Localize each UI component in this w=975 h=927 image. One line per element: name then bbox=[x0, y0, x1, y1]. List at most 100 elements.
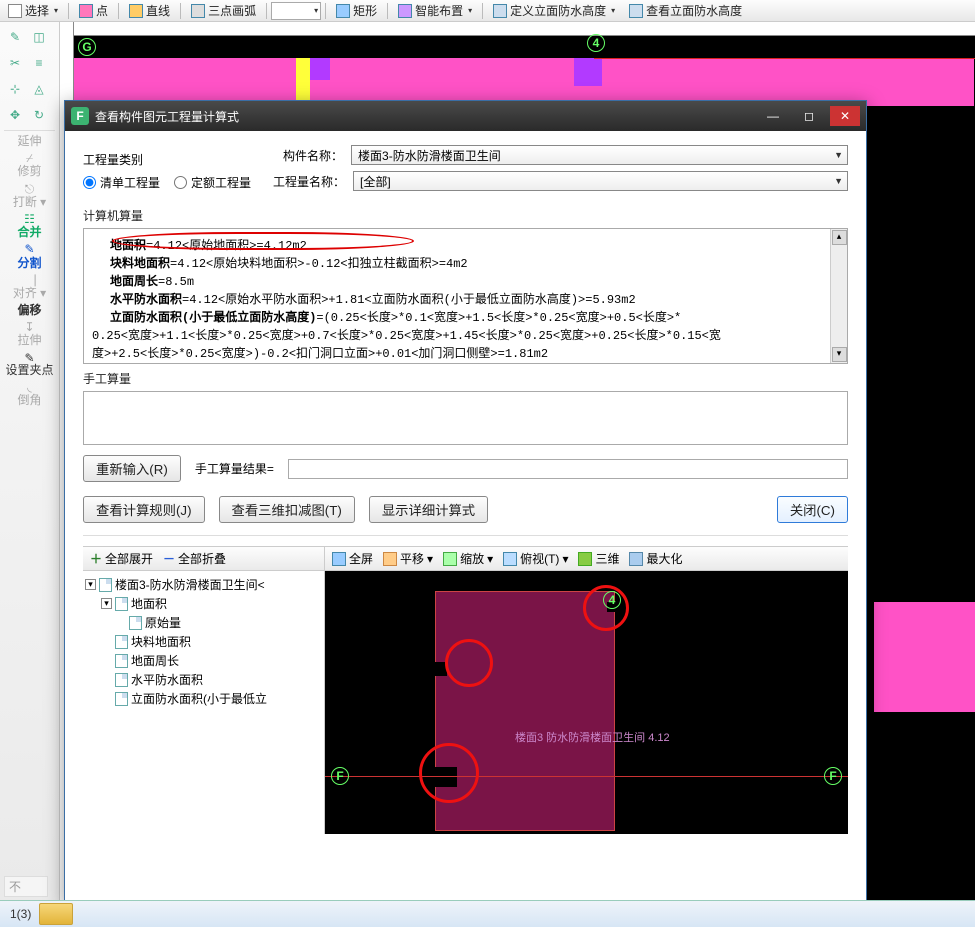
purple-marker-1 bbox=[310, 58, 330, 80]
tool-extend[interactable]: 延伸 bbox=[0, 133, 59, 150]
topview-label: 俯视(T) bbox=[520, 550, 559, 567]
radio-list[interactable]: 清单工程量 bbox=[83, 174, 160, 191]
dialog-body: 工程量类别 清单工程量 定额工程量 构件名称： 楼面3-防水防滑楼面卫生间▼ 工… bbox=[65, 131, 866, 844]
tree-toolbar: ＋全部展开 －全部折叠 bbox=[83, 547, 324, 571]
view-rule-button[interactable]: 查看计算规则(J) bbox=[83, 496, 205, 523]
rotate-icon[interactable]: ↻ bbox=[28, 104, 50, 126]
dialog-close-button[interactable]: 关闭(C) bbox=[777, 496, 848, 523]
tool-view-height[interactable]: 查看立面防水高度 bbox=[623, 1, 748, 20]
taskbar-folder-icon[interactable] bbox=[39, 903, 73, 925]
minimize-button[interactable]: — bbox=[758, 106, 788, 126]
move-icon[interactable]: ✥ bbox=[4, 104, 26, 126]
doc-icon bbox=[129, 616, 142, 630]
doc-icon bbox=[115, 635, 128, 649]
tool-break[interactable]: ⎋打断 ▾ bbox=[0, 181, 59, 211]
tool-merge[interactable]: ☷合并 bbox=[0, 211, 59, 241]
magnify-icon bbox=[629, 4, 643, 18]
eraser-icon[interactable]: ◫ bbox=[28, 26, 50, 48]
tool-offset[interactable]: 偏移 bbox=[0, 302, 59, 319]
qty-name-combo[interactable]: [全部]▼ bbox=[353, 171, 848, 191]
chevron-down-icon: ▾ bbox=[54, 6, 58, 15]
tool-align[interactable]: ⎹对齐 ▾ bbox=[0, 272, 59, 302]
tree-n2[interactable]: 块料地面积 bbox=[85, 632, 322, 651]
scissors-icon[interactable]: ✂ bbox=[4, 52, 26, 74]
compass-icon[interactable]: ◬ bbox=[28, 78, 50, 100]
tree[interactable]: ▾楼面3-防水防滑楼面卫生间< ▾地面积 原始量 块料地面积 地面周长 水平防水… bbox=[83, 571, 324, 834]
scroll-down-icon[interactable]: ▾ bbox=[832, 347, 847, 362]
calc-line-3: 地面周长=8.5m bbox=[110, 273, 839, 291]
topview-button[interactable]: 俯视(T) ▾ bbox=[500, 549, 571, 568]
dialog-titlebar[interactable]: F 查看构件图元工程量计算式 — ◻ ✕ bbox=[65, 101, 866, 131]
scroll-up-icon[interactable]: ▴ bbox=[832, 230, 847, 245]
manual-result-label: 手工算量结果= bbox=[195, 460, 274, 477]
tool-setgrip[interactable]: ✎设置夹点 bbox=[0, 350, 59, 379]
radio-quota-input[interactable] bbox=[174, 176, 187, 189]
pan-label: 平移 bbox=[400, 550, 424, 567]
caret-icon[interactable]: ▾ bbox=[85, 579, 96, 590]
tool-point[interactable]: 点 bbox=[73, 1, 114, 20]
tool-smart[interactable]: 智能布置▾ bbox=[392, 1, 478, 20]
manual-result-input[interactable] bbox=[288, 459, 848, 479]
preview-canvas[interactable]: F F 4 楼面3 防水防滑楼面卫生间 4.12 bbox=[325, 571, 848, 834]
tool-chamfer[interactable]: ◟倒角 bbox=[0, 379, 59, 409]
axis-f-right: F bbox=[824, 767, 842, 785]
calc-box[interactable]: 地面积=4.12<原始地面积>=4.12m2 块料地面积=4.12<原始块料地面… bbox=[83, 228, 848, 364]
slab-label: 楼面3 防水防滑楼面卫生间 4.12 bbox=[515, 729, 670, 745]
tree-n5[interactable]: 立面防水面积(小于最低立 bbox=[85, 689, 322, 708]
fullscreen-button[interactable]: 全屏 bbox=[329, 549, 376, 568]
tool-line[interactable]: 直线 bbox=[123, 1, 176, 20]
doc-icon bbox=[99, 578, 112, 592]
maximize-button[interactable]: ◻ bbox=[794, 106, 824, 126]
tree-n1a-label: 原始量 bbox=[145, 614, 181, 631]
tool-arc[interactable]: 三点画弧 bbox=[185, 1, 262, 20]
tree-n1[interactable]: ▾地面积 bbox=[85, 594, 322, 613]
line-icon bbox=[129, 4, 143, 18]
doc-icon bbox=[115, 673, 128, 687]
reinput-button[interactable]: 重新输入(R) bbox=[83, 455, 181, 482]
axis-f-left: F bbox=[331, 767, 349, 785]
tree-n4[interactable]: 水平防水面积 bbox=[85, 670, 322, 689]
tree-root[interactable]: ▾楼面3-防水防滑楼面卫生间< bbox=[85, 575, 322, 594]
blank-combo[interactable]: ▾ bbox=[271, 2, 321, 20]
axes-icon[interactable]: ⊹ bbox=[4, 78, 26, 100]
brush-icon[interactable]: ✎ bbox=[4, 26, 26, 48]
tool-trim[interactable]: ⌿修剪 bbox=[0, 150, 59, 180]
fullscreen-icon bbox=[332, 552, 346, 566]
pan-button[interactable]: 平移 ▾ bbox=[380, 549, 436, 568]
radio-list-input[interactable] bbox=[83, 176, 96, 189]
tool-define-height[interactable]: 定义立面防水高度▾ bbox=[487, 1, 621, 20]
manual-box[interactable] bbox=[83, 391, 848, 445]
calc-line-2: 块料地面积=4.12<原始块料地面积>-0.12<扣独立柱截面积>=4m2 bbox=[110, 255, 839, 273]
caret-icon[interactable]: ▾ bbox=[101, 598, 112, 609]
close-button[interactable]: ✕ bbox=[830, 106, 860, 126]
zoom-label: 缩放 bbox=[460, 550, 484, 567]
maximize-view-button[interactable]: 最大化 bbox=[626, 549, 685, 568]
zoom-button[interactable]: 缩放 ▾ bbox=[440, 549, 496, 568]
tool-rect[interactable]: 矩形 bbox=[330, 1, 383, 20]
expand-all-button[interactable]: ＋全部展开 bbox=[87, 549, 156, 568]
pencil-icon bbox=[578, 552, 592, 566]
preview-toolbar: 全屏 平移 ▾ 缩放 ▾ 俯视(T) ▾ 三维 最大化 bbox=[325, 547, 848, 571]
tool-select[interactable]: 选择▾ bbox=[2, 1, 64, 20]
calc-line-5: 立面防水面积(小于最低立面防水高度)=(0.25<长度>*0.1<宽度>+1.5… bbox=[110, 309, 839, 327]
calc-line-7: 度>+2.5<长度>*0.25<宽度>)-0.2<扣门洞口立面>+0.01<加门… bbox=[92, 345, 839, 363]
divider bbox=[4, 130, 55, 131]
detail-button[interactable]: 显示详细计算式 bbox=[369, 496, 488, 523]
calc-dialog: F 查看构件图元工程量计算式 — ◻ ✕ 工程量类别 清单工程量 定额工程量 构… bbox=[64, 100, 867, 905]
view-3d-button[interactable]: 查看三维扣减图(T) bbox=[219, 496, 355, 523]
tool-stretch[interactable]: ↧拉伸 bbox=[0, 319, 59, 349]
threeD-button[interactable]: 三维 bbox=[575, 549, 622, 568]
comp-name-combo[interactable]: 楼面3-防水防滑楼面卫生间▼ bbox=[351, 145, 848, 165]
point-icon bbox=[79, 4, 93, 18]
collapse-all-button[interactable]: －全部折叠 bbox=[160, 549, 229, 568]
qty-type-block: 工程量类别 清单工程量 定额工程量 bbox=[83, 151, 251, 191]
tree-n1a[interactable]: 原始量 bbox=[85, 613, 322, 632]
bars-icon[interactable]: ≡ bbox=[28, 52, 50, 74]
expand-all-label: 全部展开 bbox=[105, 550, 153, 567]
radio-quota[interactable]: 定额工程量 bbox=[174, 174, 251, 191]
tool-split[interactable]: ✎分割 bbox=[0, 241, 59, 271]
manual-group: 手工算量 bbox=[83, 370, 848, 445]
rect-icon bbox=[336, 4, 350, 18]
calc-scrollbar[interactable]: ▴ ▾ bbox=[830, 229, 847, 363]
tree-n3[interactable]: 地面周长 bbox=[85, 651, 322, 670]
